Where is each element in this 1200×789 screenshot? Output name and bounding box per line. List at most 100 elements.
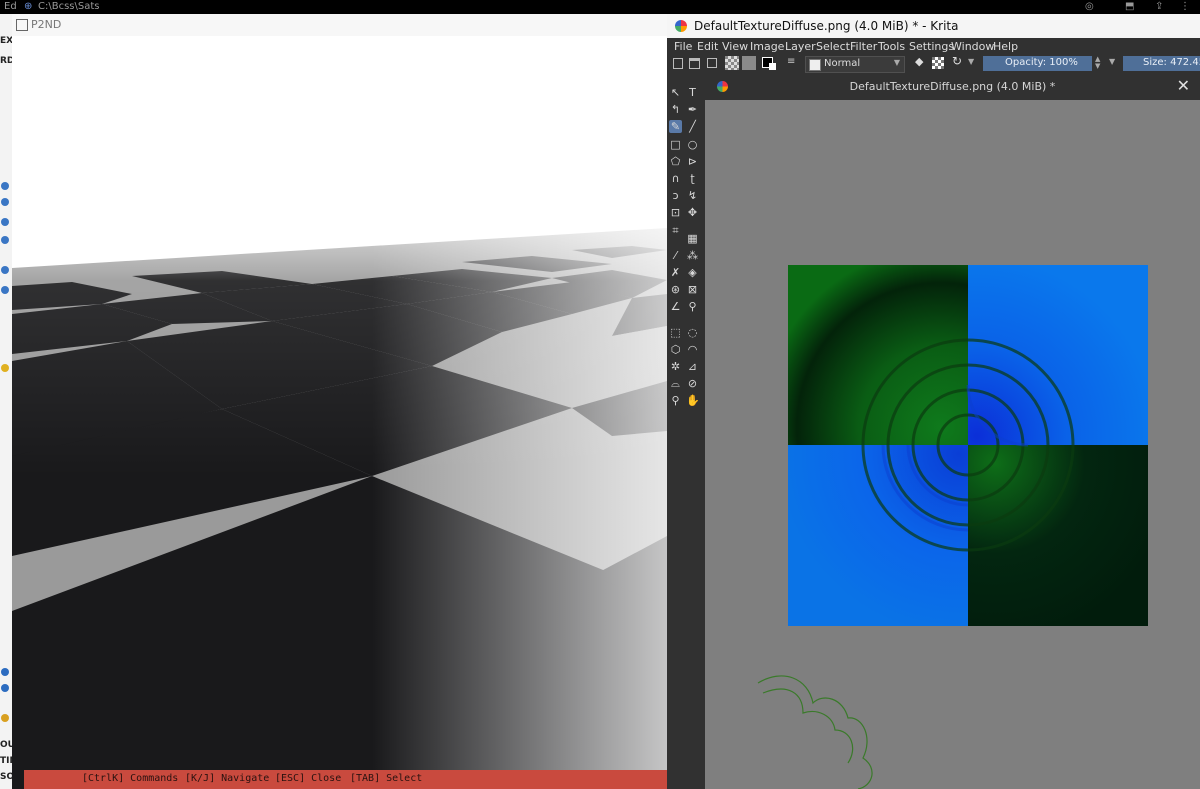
rect-select-tool[interactable]: ⬚ <box>669 326 682 339</box>
fill-tool[interactable]: ◈ <box>686 266 699 279</box>
menu-filter[interactable]: Filter <box>850 40 877 53</box>
color-picker-tool[interactable]: ⁄ <box>669 249 682 262</box>
document-tab-title: DefaultTextureDiffuse.png (4.0 MiB) * <box>849 80 1056 93</box>
blend-mode-select[interactable]: Normal ▼ <box>805 56 905 73</box>
menu-settings[interactable]: Settings <box>909 40 954 53</box>
menu-tools[interactable]: Tools <box>878 40 905 53</box>
share-icon[interactable]: ⇪ <box>1155 1 1163 12</box>
eraser-icon[interactable]: ◆ <box>915 55 926 68</box>
system-title: C:\Bcss\Sats <box>38 1 100 12</box>
hide-icon[interactable]: ◎ <box>1085 1 1094 12</box>
rectangle-tool[interactable]: □ <box>669 138 682 151</box>
bg-item-icon[interactable] <box>1 182 9 190</box>
bg-item-icon[interactable] <box>1 266 9 274</box>
p2nd-title-bar[interactable]: P2ND <box>12 14 667 36</box>
measure-tool[interactable]: ∠ <box>669 300 682 313</box>
brush-size-slider[interactable]: Size: 472.45 <box>1123 56 1200 71</box>
command-hint-select[interactable]: [TAB] Select <box>350 773 422 784</box>
polygon-select-tool[interactable]: ⬡ <box>669 343 682 356</box>
fill-pattern-icon[interactable] <box>725 56 739 70</box>
brush-preset-icon[interactable] <box>809 59 821 71</box>
close-icon[interactable]: ✕ <box>1177 76 1190 95</box>
ellipse-select-tool[interactable]: ◌ <box>686 326 699 339</box>
freehand-brush-tool[interactable]: ✎ <box>669 120 682 134</box>
menu-select[interactable]: Select <box>816 40 850 53</box>
zoom-tool[interactable]: ⚲ <box>669 394 682 407</box>
p2nd-title: P2ND <box>31 18 62 31</box>
smart-patch-tool[interactable]: ✗ <box>669 266 682 279</box>
image-canvas[interactable] <box>788 265 1148 626</box>
command-hint-close[interactable]: [ESC] Close <box>275 773 341 784</box>
brush-stroke-outline <box>757 675 873 789</box>
reference-tool[interactable]: ⚲ <box>686 300 699 313</box>
spin-arrows-icon[interactable]: ▲ ▼ <box>1095 56 1106 70</box>
save-icon[interactable] <box>707 58 717 68</box>
polyline-tool[interactable]: ⊳ <box>686 155 699 168</box>
dynamic-brush-tool[interactable]: ↄ <box>669 189 682 202</box>
bg-item-icon[interactable] <box>1 668 9 676</box>
krita-menubar: File Edit View Image Layer Select Filter… <box>667 38 1200 55</box>
system-title-bar: Ed ⊕ C:\Bcss\Sats ◎ ⬒ ⇪ ⋮ <box>0 0 1200 14</box>
open-document-icon[interactable] <box>689 58 700 69</box>
bg-item-icon[interactable] <box>1 684 9 692</box>
multibrush-tool[interactable]: ↯ <box>686 189 699 202</box>
menu-help[interactable]: Help <box>993 40 1018 53</box>
crop-tool[interactable]: ⌗ <box>669 224 682 237</box>
krita-logo-icon <box>675 20 687 32</box>
background-color-swatch[interactable] <box>769 63 776 70</box>
freehand-path-tool[interactable]: ʈ <box>686 172 699 185</box>
reload-preset-icon[interactable]: ↻ <box>952 54 963 68</box>
contiguous-select-tool[interactable]: ✲ <box>669 360 682 373</box>
more-icon[interactable]: ⋮ <box>1180 1 1190 12</box>
line-tool[interactable]: ╱ <box>686 120 699 133</box>
assistant-tool[interactable]: ⊠ <box>686 283 699 296</box>
opacity-value: Opacity: 100% <box>1005 57 1078 68</box>
command-hint-commands[interactable]: [CtrlK] Commands <box>82 773 178 784</box>
pattern-tool[interactable]: ⊛ <box>669 283 682 296</box>
krita-title-bar[interactable]: DefaultTextureDiffuse.png (4.0 MiB) * - … <box>667 14 1200 38</box>
extensions-icon[interactable]: ⬒ <box>1125 1 1134 12</box>
menu-window[interactable]: Window <box>951 40 994 53</box>
menu-image[interactable]: Image <box>750 40 784 53</box>
gradient-tool[interactable]: ▦ <box>686 232 699 245</box>
menu-layer[interactable]: Layer <box>785 40 816 53</box>
document-area: DefaultTextureDiffuse.png (4.0 MiB) * ✕ <box>705 73 1200 789</box>
text-tool[interactable]: T <box>686 86 699 99</box>
transform-tool[interactable]: ⊡ <box>669 206 682 219</box>
pan-tool[interactable]: ✋ <box>686 394 700 407</box>
magnetic-select-tool[interactable]: ⊘ <box>686 377 699 390</box>
document-tab[interactable]: DefaultTextureDiffuse.png (4.0 MiB) * ✕ <box>705 73 1200 100</box>
bg-warning-icon <box>1 364 9 372</box>
select-shapes-tool[interactable]: ↖ <box>669 86 682 99</box>
opacity-slider[interactable]: Opacity: 100% <box>983 56 1092 71</box>
blend-mode-value: Normal <box>824 58 861 69</box>
similar-select-tool[interactable]: ⊿ <box>686 360 699 373</box>
bg-item-icon[interactable] <box>1 198 9 206</box>
move-tool[interactable]: ✥ <box>686 206 699 219</box>
bezier-select-tool[interactable]: ⌓ <box>669 377 682 390</box>
bg-item-icon[interactable] <box>1 236 9 244</box>
gradient-swatch-icon[interactable] <box>742 56 756 70</box>
chevron-down-icon[interactable]: ▼ <box>1109 57 1120 68</box>
bg-item-icon[interactable] <box>1 218 9 226</box>
menu-edit[interactable]: Edit <box>697 40 718 53</box>
krita-window: DefaultTextureDiffuse.png (4.0 MiB) * - … <box>667 14 1200 789</box>
edit-shapes-tool[interactable]: ↰ <box>669 103 682 116</box>
bezier-curve-tool[interactable]: ∩ <box>669 172 682 185</box>
chevron-down-icon[interactable]: ▼ <box>968 57 979 68</box>
alpha-lock-icon[interactable] <box>932 57 944 69</box>
colorize-mask-tool[interactable]: ⁂ <box>686 249 699 262</box>
command-hint-navigate[interactable]: [K/J] Navigate <box>185 773 269 784</box>
freehand-select-tool[interactable]: ◠ <box>686 343 699 356</box>
3d-viewport[interactable] <box>12 36 667 789</box>
new-document-icon[interactable] <box>673 58 683 69</box>
polygon-tool[interactable]: ⬠ <box>669 155 682 168</box>
bg-warning-icon <box>1 714 9 722</box>
krita-toolbar: ≡ Normal ▼ ◆ ↻ ▼ Opacity: 100% ▲ ▼ ▼ Size… <box>667 54 1200 73</box>
menu-file[interactable]: File <box>674 40 692 53</box>
bg-item-icon[interactable] <box>1 286 9 294</box>
calligraphy-tool[interactable]: ✒ <box>686 103 699 116</box>
ellipse-tool[interactable]: ○ <box>686 138 699 151</box>
menu-view[interactable]: View <box>722 40 748 53</box>
brush-settings-icon[interactable]: ≡ <box>787 56 798 67</box>
